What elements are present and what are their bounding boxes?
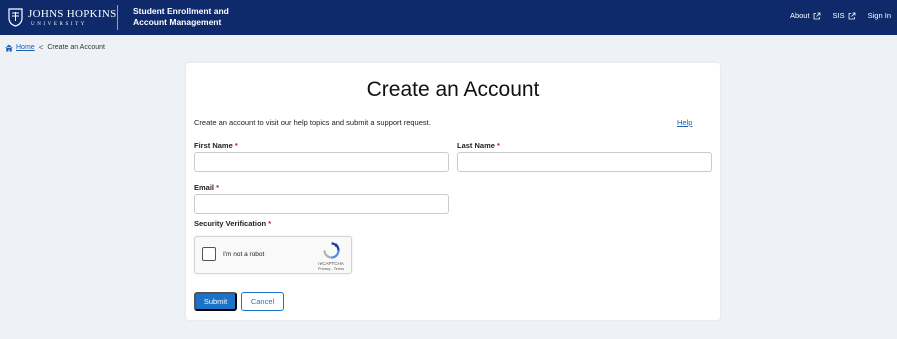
logo-name: JOHNS HOPKINS bbox=[28, 7, 117, 20]
nav-about-label: About bbox=[789, 11, 810, 20]
logo-subtitle: UNIVERSITY bbox=[31, 21, 87, 27]
first-name-input[interactable] bbox=[194, 152, 449, 172]
app-title-line2: Account Management bbox=[133, 17, 222, 27]
email-label: Email * bbox=[194, 183, 219, 192]
intro-text: Create an account to visit our help topi… bbox=[194, 118, 431, 127]
last-name-input[interactable] bbox=[457, 152, 712, 172]
shield-icon bbox=[8, 8, 23, 27]
recaptcha-brand: reCAPTCHA bbox=[318, 261, 344, 266]
app-title-line1: Student Enrollment and bbox=[133, 6, 229, 16]
breadcrumb: Home < Create an Account bbox=[5, 43, 105, 52]
required-marker: * bbox=[234, 141, 238, 150]
security-verification-label: Security Verification * bbox=[194, 219, 271, 228]
last-name-label: Last Name * bbox=[457, 141, 500, 150]
nav-sis-label: SIS bbox=[832, 11, 845, 20]
email-input[interactable] bbox=[194, 194, 449, 214]
nav-sign-in-label: Sign In bbox=[867, 11, 891, 20]
help-link[interactable]: Help bbox=[677, 118, 692, 127]
required-marker: * bbox=[216, 183, 220, 192]
recaptcha-privacy-terms[interactable]: Privacy - Terms bbox=[313, 267, 349, 271]
university-logo[interactable]: JOHNS HOPKINS UNIVERSITY bbox=[8, 5, 117, 30]
email-label-text: Email bbox=[194, 183, 215, 192]
top-nav: About SIS Sign In bbox=[790, 11, 891, 20]
required-marker: * bbox=[268, 219, 272, 228]
breadcrumb-current: Create an Account bbox=[47, 44, 105, 51]
submit-button[interactable]: Submit bbox=[194, 292, 237, 311]
top-header: JOHNS HOPKINS UNIVERSITY Student Enrollm… bbox=[0, 0, 897, 35]
home-icon bbox=[5, 43, 13, 52]
last-name-label-text: Last Name bbox=[457, 141, 495, 150]
nav-about-link[interactable]: About bbox=[790, 11, 821, 20]
nav-sis-link[interactable]: SIS bbox=[833, 11, 856, 20]
breadcrumb-home-link[interactable]: Home bbox=[16, 44, 35, 51]
external-link-icon bbox=[848, 12, 856, 19]
required-marker: * bbox=[497, 141, 500, 150]
breadcrumb-separator: < bbox=[38, 43, 44, 52]
create-account-card: Create an Account Create an account to v… bbox=[186, 63, 720, 320]
cancel-button[interactable]: Cancel bbox=[241, 292, 284, 311]
app-title: Student Enrollment and Account Managemen… bbox=[133, 6, 253, 28]
external-link-icon bbox=[813, 12, 820, 19]
recaptcha-logo-icon bbox=[323, 242, 340, 259]
recaptcha-widget: I'm not a robot reCAPTCHA Privacy - Term… bbox=[194, 236, 352, 274]
recaptcha-label: I'm not a robot bbox=[223, 251, 265, 258]
nav-sign-in-link[interactable]: Sign In bbox=[868, 11, 891, 20]
header-divider bbox=[117, 5, 118, 30]
first-name-label-text: First Name bbox=[194, 141, 233, 150]
security-label-text: Security Verification bbox=[194, 219, 267, 228]
recaptcha-checkbox[interactable] bbox=[202, 247, 216, 261]
first-name-label: First Name * bbox=[194, 141, 238, 150]
page-title: Create an Account bbox=[366, 78, 540, 101]
